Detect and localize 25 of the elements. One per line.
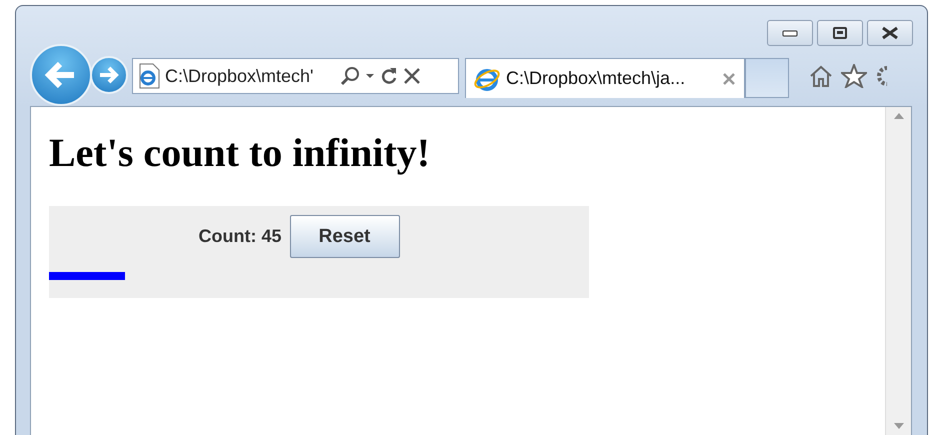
minimize-button[interactable]	[767, 20, 813, 46]
maximize-icon	[832, 26, 848, 40]
address-bar[interactable]: C:\Dropbox\mtech'	[132, 58, 459, 94]
tab-title: C:\Dropbox\mtech\ja...	[506, 68, 686, 89]
scrollbar[interactable]	[885, 107, 911, 435]
close-icon	[880, 26, 900, 40]
browser-tab[interactable]: C:\Dropbox\mtech\ja...	[465, 58, 745, 98]
reset-button[interactable]: Reset	[290, 215, 400, 258]
minimize-icon	[782, 29, 798, 37]
count-label: Count: 45	[198, 226, 282, 247]
page-icon	[137, 63, 161, 89]
star-icon[interactable]	[841, 64, 867, 88]
scroll-up-icon[interactable]	[894, 113, 904, 119]
dropdown-icon[interactable]	[365, 71, 375, 81]
home-icon[interactable]	[809, 64, 833, 88]
page-heading: Let's count to infinity!	[49, 129, 432, 176]
maximize-button[interactable]	[817, 20, 863, 46]
close-tab-icon[interactable]	[722, 72, 736, 86]
search-icon[interactable]	[339, 65, 361, 87]
scroll-down-icon[interactable]	[894, 423, 904, 429]
refresh-icon[interactable]	[379, 65, 399, 87]
forward-button[interactable]	[90, 56, 128, 94]
close-button[interactable]	[867, 20, 913, 46]
forward-arrow-icon	[98, 65, 120, 85]
stop-icon[interactable]	[403, 67, 421, 85]
